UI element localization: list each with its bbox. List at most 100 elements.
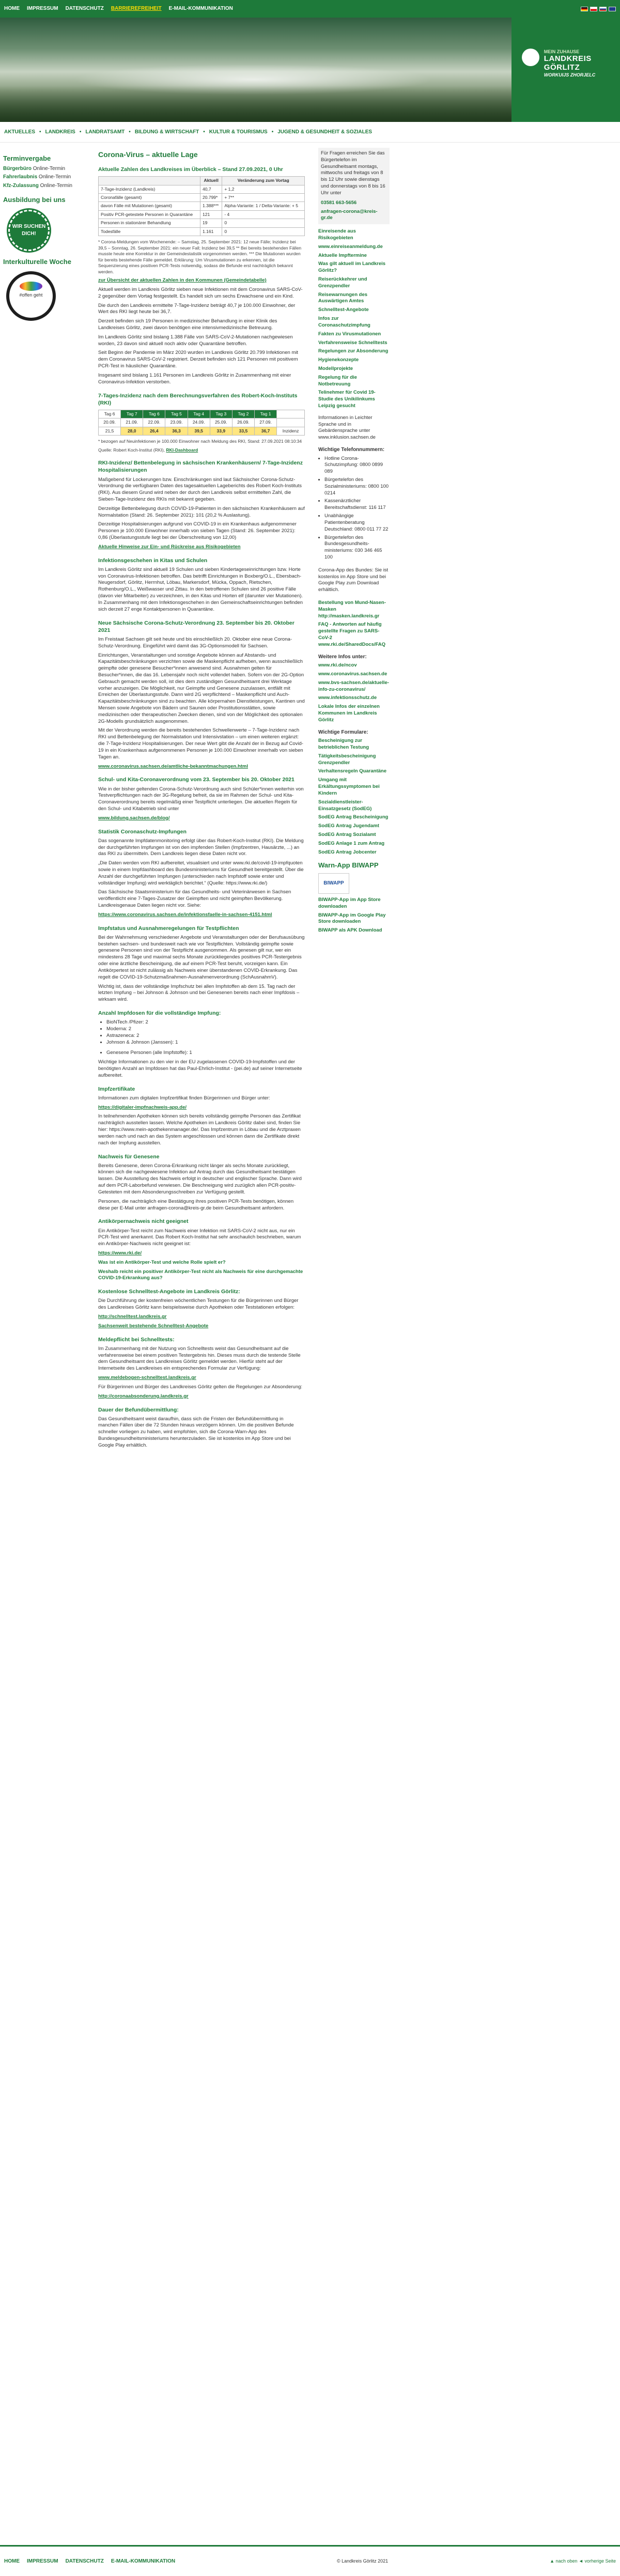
link-schnelltest[interactable]: http://schnelltest.landkreis.gr xyxy=(98,1314,305,1321)
wir-suchen-dich-badge[interactable]: WIR SUCHEN DICH! xyxy=(8,209,50,251)
side-link[interactable]: Reiserückkehrer und Grenzpendler xyxy=(318,276,390,290)
table-row: 7-Tage-Inzidenz (Landkreis) 40,7 + 1,2 xyxy=(98,184,305,194)
para-2: Die durch den Landkreis ermittelte 7-Tag… xyxy=(98,302,296,315)
side-link[interactable]: Hygienekonzepte xyxy=(318,357,390,364)
footer-link-datenschutz[interactable]: DATENSCHUTZ xyxy=(66,2558,104,2565)
side-link[interactable]: www.rki.de/ncov xyxy=(318,662,390,669)
form-link[interactable]: SodEG Antrag Jugendamt xyxy=(318,823,390,830)
para-3: Derzeit befinden sich 19 Personen in med… xyxy=(98,318,277,331)
buergertelefon-box: Für Fragen erreichen Sie das Bürgertelef… xyxy=(318,148,390,225)
nav-aktuelles[interactable]: AKTUELLES xyxy=(4,129,35,136)
woche-title: Interkulturelle Woche xyxy=(3,257,71,266)
side-link[interactable]: Was gilt aktuell im Landkreis Görlitz? xyxy=(318,261,390,274)
pflicht-title: Meldepflicht bei Schnelltests: xyxy=(98,1336,175,1343)
form-link[interactable]: Bescheinigung zur betrieblichen Testung xyxy=(318,738,390,751)
para-4: Im Landkreis Görlitz sind bislang 1.388 … xyxy=(98,334,293,347)
top-link-barrierefreiheit[interactable]: BARRIEREFREIHEIT xyxy=(111,5,162,12)
top-link-datenschutz[interactable]: DATENSCHUTZ xyxy=(66,5,104,12)
page-subtitle: Aktuelle Zahlen des Landkreises im Überb… xyxy=(98,166,283,173)
schul-title: Schul- und Kita-Coronaverordnung vom 23.… xyxy=(98,777,295,783)
email-link[interactable]: anfragen-corona@kreis-gr.de xyxy=(321,209,387,222)
rki-dashboard-link[interactable]: RKI-Dashboard xyxy=(166,447,198,453)
logo-name-2: GÖRLITZ xyxy=(544,63,580,72)
flag-pl-icon[interactable] xyxy=(590,6,597,11)
top-link-email[interactable]: E-MAIL-KOMMUNIKATION xyxy=(169,5,233,12)
link-absonderung[interactable]: http://coronaabsonderung.landkreis.gr xyxy=(98,1393,305,1400)
nav-kultur[interactable]: KULTUR & TOURISMUS xyxy=(209,129,268,136)
logo-name-1: LANDKREIS xyxy=(544,54,592,64)
formulare-title: Wichtige Formulare: xyxy=(318,729,368,735)
side-link[interactable]: Regelung für die Notbetreuung xyxy=(318,375,390,388)
side-link[interactable]: BIWAPP-App im App Store downloaden xyxy=(318,897,390,910)
link-impfnachweis[interactable]: https://digitaler-impfnachweis-app.de/ xyxy=(98,1105,305,1111)
side-link[interactable]: Telinehmer für Covid 19-Studie des Uniki… xyxy=(318,390,390,409)
side-link[interactable]: Bestellung von Mund-Nasen-Masken http://… xyxy=(318,600,390,619)
side-link[interactable]: www.bvs-sachsen.de/aktuelle-info-zu-coro… xyxy=(318,680,390,693)
content-wrap: Terminvergabe Bürgerbüro Online-Termin F… xyxy=(0,143,620,2545)
form-link[interactable]: SodEG Antrag Sozialamt xyxy=(318,832,390,839)
right-sidebar: Für Fragen erreichen Sie das Bürgertelef… xyxy=(315,143,393,941)
flag-de-icon[interactable] xyxy=(581,6,588,11)
phone-number[interactable]: 03581 663-5656 xyxy=(321,200,387,207)
flag-cz-icon[interactable] xyxy=(599,6,607,11)
side-link[interactable]: Modellprojekte xyxy=(318,366,390,373)
termin-buergerbuero[interactable]: Bürgerbüro Online-Termin xyxy=(3,165,80,173)
termin-kfz[interactable]: Kfz-Zulassung Online-Termin xyxy=(3,182,80,190)
form-link[interactable]: SodEG Antrag Jobcenter xyxy=(318,849,390,856)
side-link[interactable]: www.coronavirus.sachsen.de xyxy=(318,671,390,678)
bett-title: RKI-Inzidenz/ Bettenbelegung in sächsisc… xyxy=(98,460,303,474)
link-infektionsfaelle[interactable]: https://www.coronavirus.sachsen.de/infek… xyxy=(98,912,305,919)
leichte-sprache-info: Informationen in Leichter Sprache und in… xyxy=(318,414,376,441)
side-link[interactable]: Infos zur Coronaschutzimpfung xyxy=(318,316,390,329)
side-link[interactable]: www.einreiseanmeldung.de xyxy=(318,244,390,251)
side-link[interactable]: Lokale Infos der einzelnen Kommunen im L… xyxy=(318,704,390,723)
top-link-home[interactable]: HOME xyxy=(4,5,20,12)
side-link[interactable]: www.infektionsschutz.de xyxy=(318,695,390,702)
side-link[interactable]: BIWAPP-App im Google Play Store download… xyxy=(318,912,390,926)
footer-nav[interactable]: ▲ nach oben ◄ vorherige Seite xyxy=(550,2558,616,2564)
link-antikoerper-test[interactable]: Was ist ein Antikörper-Test und welche R… xyxy=(98,1260,305,1266)
site-logo[interactable]: MEIN ZUHAUSE LANDKREIS GÖRLITZ WORKUIJS … xyxy=(512,18,620,122)
link-meldebogen[interactable]: www.meldebogen-schnelltest.landkreis.gr xyxy=(98,1375,305,1382)
flag-en-icon[interactable] xyxy=(609,6,616,11)
link-bekanntmachungen[interactable]: www.coronavirus.sachsen.de/amtliche-beka… xyxy=(98,764,305,770)
nav-landkreis[interactable]: LANDKREIS xyxy=(45,129,75,136)
link-rki[interactable]: https://www.rki.de/ xyxy=(98,1250,305,1257)
side-link[interactable]: FAQ - Antworten auf häufig gestellte Fra… xyxy=(318,622,390,648)
list-item: Johnson & Johnson (Janssen): 1 xyxy=(106,1039,305,1046)
side-link[interactable]: Einreisende aus Risikogebieten xyxy=(318,228,390,242)
footer-link-email[interactable]: E-MAIL-KOMMUNIKATION xyxy=(111,2558,175,2565)
top-link-impressum[interactable]: IMPRESSUM xyxy=(27,5,58,12)
link-gemeindetabelle[interactable]: zur Übersicht der aktuellen Zahlen in de… xyxy=(98,277,305,284)
dauer-title: Dauer der Befundübermittlung: xyxy=(98,1406,179,1413)
side-link[interactable]: Schnelltest-Angebote xyxy=(318,307,390,314)
side-link[interactable]: Regelungen zur Absonderung xyxy=(318,348,390,355)
side-link[interactable]: Reisewarnungen des Auswärtigen Amtes xyxy=(318,292,390,305)
link-antikoerper-nachweis[interactable]: Weshalb reicht ein positiver Antikörper-… xyxy=(98,1269,305,1282)
link-risikogebiete[interactable]: Aktuelle Hinweise zur Ein- und Rückreise… xyxy=(98,544,305,551)
biwapp-logo[interactable]: BIWAPP xyxy=(318,873,349,894)
side-link[interactable]: Fakten zu Virusmutationen xyxy=(318,331,390,338)
footer-link-impressum[interactable]: IMPRESSUM xyxy=(27,2558,58,2565)
form-link[interactable]: Umgang mit Erkältungssymptomen bei Kinde… xyxy=(318,777,390,797)
form-link[interactable]: Sozialdienstleister-Einsatzgesetz (SodEG… xyxy=(318,799,390,813)
schnell-title: Kostenlose Schnelltest-Angebote im Landk… xyxy=(98,1289,240,1295)
nav-jugend[interactable]: JUGEND & GESUNDHEIT & SOZIALES xyxy=(277,129,372,136)
footer-link-home[interactable]: HOME xyxy=(4,2558,20,2565)
side-link[interactable]: Aktuelle Impftermine xyxy=(318,253,390,259)
form-link[interactable]: SodEG Anlage 1 zum Antrag xyxy=(318,841,390,847)
nav-landratsamt[interactable]: LANDRATSAMT xyxy=(85,129,125,136)
stat-title: Statistik Coronaschutz-Impfungen xyxy=(98,828,187,835)
nav-bildung[interactable]: BILDUNG & WIRTSCHAFT xyxy=(135,129,199,136)
side-link[interactable]: Verfahrensweise Schnelltests xyxy=(318,340,390,347)
termin-fahrerlaubnis[interactable]: Fahrerlaubnis Online-Termin xyxy=(3,174,80,181)
form-link[interactable]: Verhaltensregeln Quarantäne xyxy=(318,768,390,775)
form-link[interactable]: Tätigkeitsbescheinigung Grenzpendler xyxy=(318,753,390,767)
link-bildung[interactable]: www.bildung.sachsen.de/blog/ xyxy=(98,815,305,822)
interkulturelle-woche-badge[interactable]: #offen geht xyxy=(6,271,56,321)
link-schnelltest-sachsen[interactable]: Sachsenweit bestehende Schnelltest-Angeb… xyxy=(98,1323,305,1330)
left-sidebar: Terminvergabe Bürgerbüro Online-Termin F… xyxy=(0,143,83,331)
form-link[interactable]: SodEG Antrag Bescheinigung xyxy=(318,814,390,821)
list-item: BioNTech /Pfizer: 2 xyxy=(106,1019,305,1026)
side-link[interactable]: BIWAPP als APK Download xyxy=(318,927,390,934)
